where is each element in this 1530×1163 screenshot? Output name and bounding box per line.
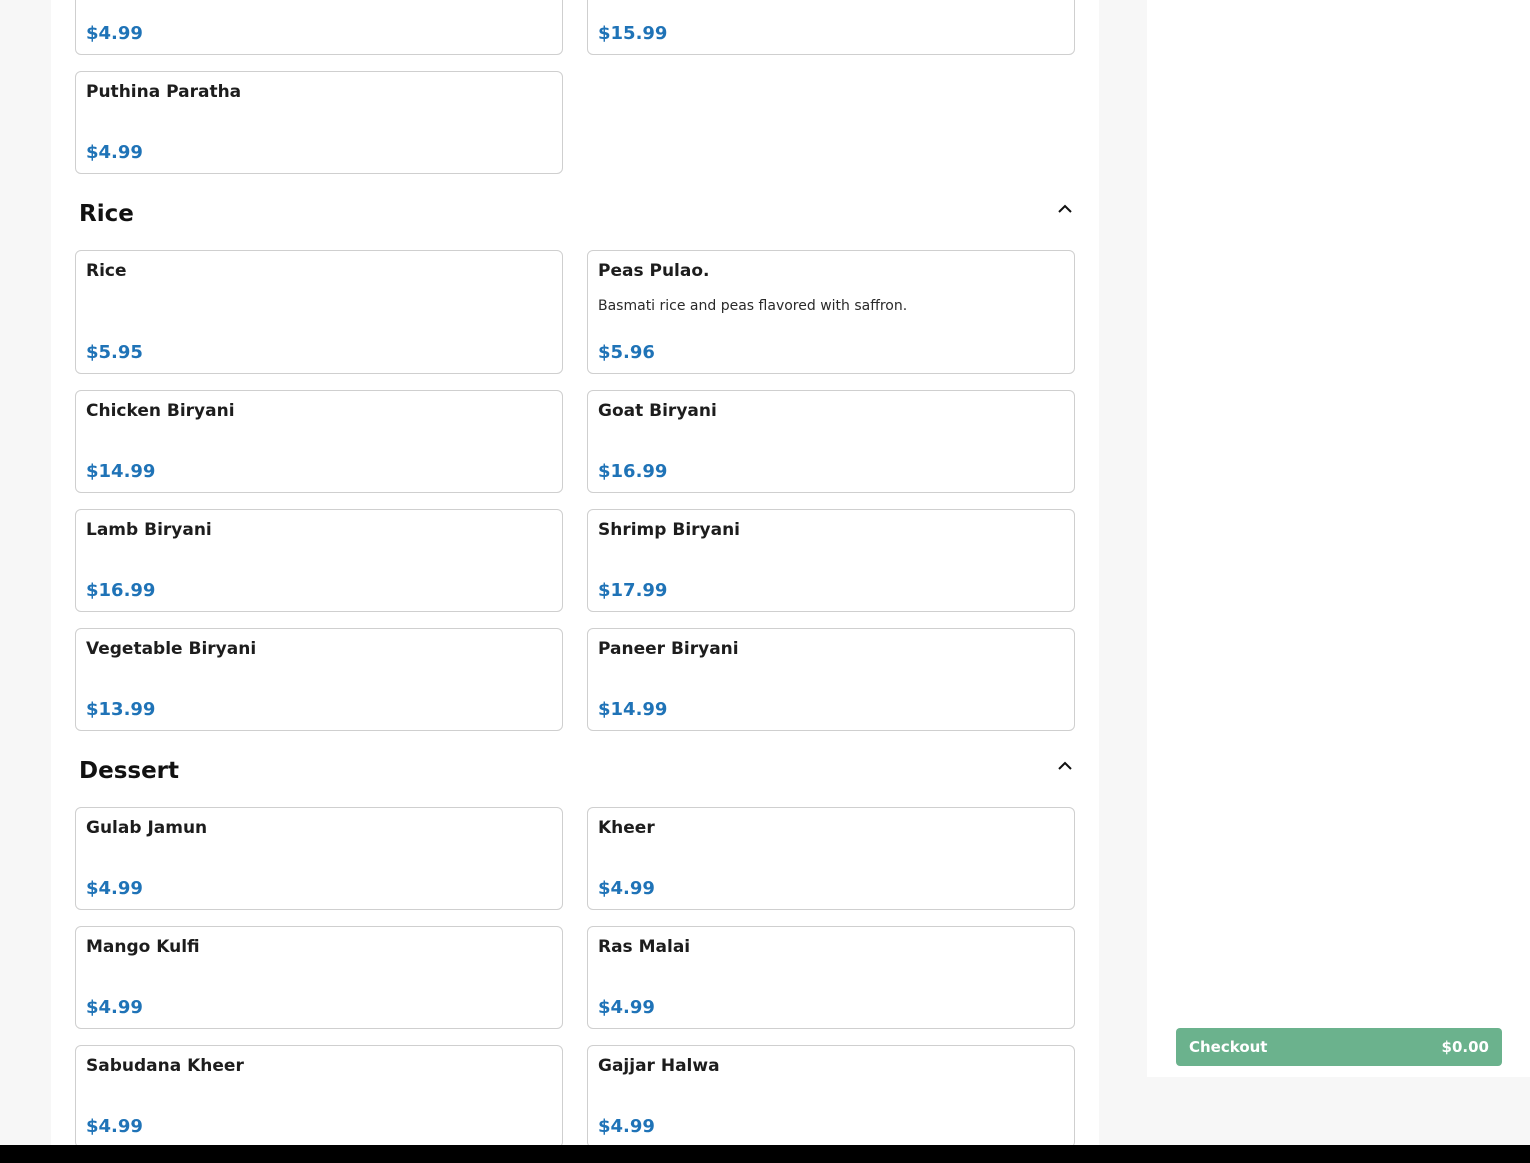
bottom-bar [0,1145,1530,1163]
item-name: Lamb Biryani [86,520,212,540]
checkout-label: Checkout [1189,1038,1268,1056]
menu-item-card[interactable]: Puthina Paratha $4.99 [75,71,563,174]
item-price: $13.99 [86,699,156,720]
checkout-button[interactable]: Checkout $0.00 [1176,1028,1502,1066]
item-name: Shrimp Biryani [598,520,741,540]
item-price: $17.99 [598,580,668,601]
section-title-dessert: Dessert [79,758,180,784]
menu-item-card[interactable]: Gulab Jamun $4.99 [75,807,563,910]
item-name: Vegetable Biryani [86,639,257,659]
menu-item-card[interactable]: Sabudana Kheer $4.99 [75,1045,563,1148]
menu-item-card[interactable]: Rice $5.95 [75,250,563,374]
item-price: $15.99 [598,23,668,44]
item-price: $4.99 [86,23,143,44]
collapse-dessert-button[interactable] [1055,757,1075,773]
item-price: $14.99 [598,699,668,720]
item-price: $14.99 [86,461,156,482]
menu-item-card[interactable]: Peas Pulao. Basmati rice and peas flavor… [587,250,1075,374]
item-price: $5.96 [598,342,655,363]
chevron-up-icon [1058,204,1072,213]
menu-item-card[interactable]: Mango Kulfi $4.99 [75,926,563,1029]
menu-item-card[interactable]: Kheer $4.99 [587,807,1075,910]
collapse-rice-button[interactable] [1055,200,1075,216]
menu-item-card[interactable]: Goat Biryani $16.99 [587,390,1075,493]
menu-item-card[interactable]: Gajjar Halwa $4.99 [587,1045,1075,1148]
menu-item-card[interactable]: Shrimp Biryani $17.99 [587,509,1075,612]
menu-item-card[interactable]: Lamb Biryani $16.99 [75,509,563,612]
item-price: $4.99 [86,997,143,1018]
item-name: Paneer Biryani [598,639,739,659]
item-name: Gulab Jamun [86,818,208,838]
item-price: $5.95 [86,342,143,363]
item-name: Gajjar Halwa [598,1056,720,1076]
item-price: $4.99 [86,1116,143,1137]
item-name: Peas Pulao. [598,261,710,281]
chevron-up-icon [1058,761,1072,770]
item-description: Basmati rice and peas flavored with saff… [598,298,908,314]
cart-panel [1147,0,1530,1077]
menu-item-card[interactable]: Chicken Biryani $14.99 [75,390,563,493]
menu-item-card[interactable]: Vegetable Biryani $13.99 [75,628,563,731]
item-price: $4.99 [86,878,143,899]
item-name: Rice [86,261,127,281]
menu-item-card[interactable]: $15.99 [587,0,1075,55]
item-name: Chicken Biryani [86,401,235,421]
item-name: Sabudana Kheer [86,1056,244,1076]
item-name: Mango Kulfi [86,937,200,957]
menu-item-card[interactable]: $4.99 [75,0,563,55]
cart-total: $0.00 [1441,1038,1489,1056]
section-title-rice: Rice [79,201,134,227]
item-name: Puthina Paratha [86,82,242,102]
item-name: Goat Biryani [598,401,717,421]
item-name: Kheer [598,818,655,838]
item-price: $16.99 [86,580,156,601]
item-price: $4.99 [598,878,655,899]
item-price: $16.99 [598,461,668,482]
menu-item-card[interactable]: Ras Malai $4.99 [587,926,1075,1029]
menu-item-card[interactable]: Paneer Biryani $14.99 [587,628,1075,731]
item-price: $4.99 [86,142,143,163]
item-name: Ras Malai [598,937,691,957]
item-price: $4.99 [598,1116,655,1137]
item-price: $4.99 [598,997,655,1018]
